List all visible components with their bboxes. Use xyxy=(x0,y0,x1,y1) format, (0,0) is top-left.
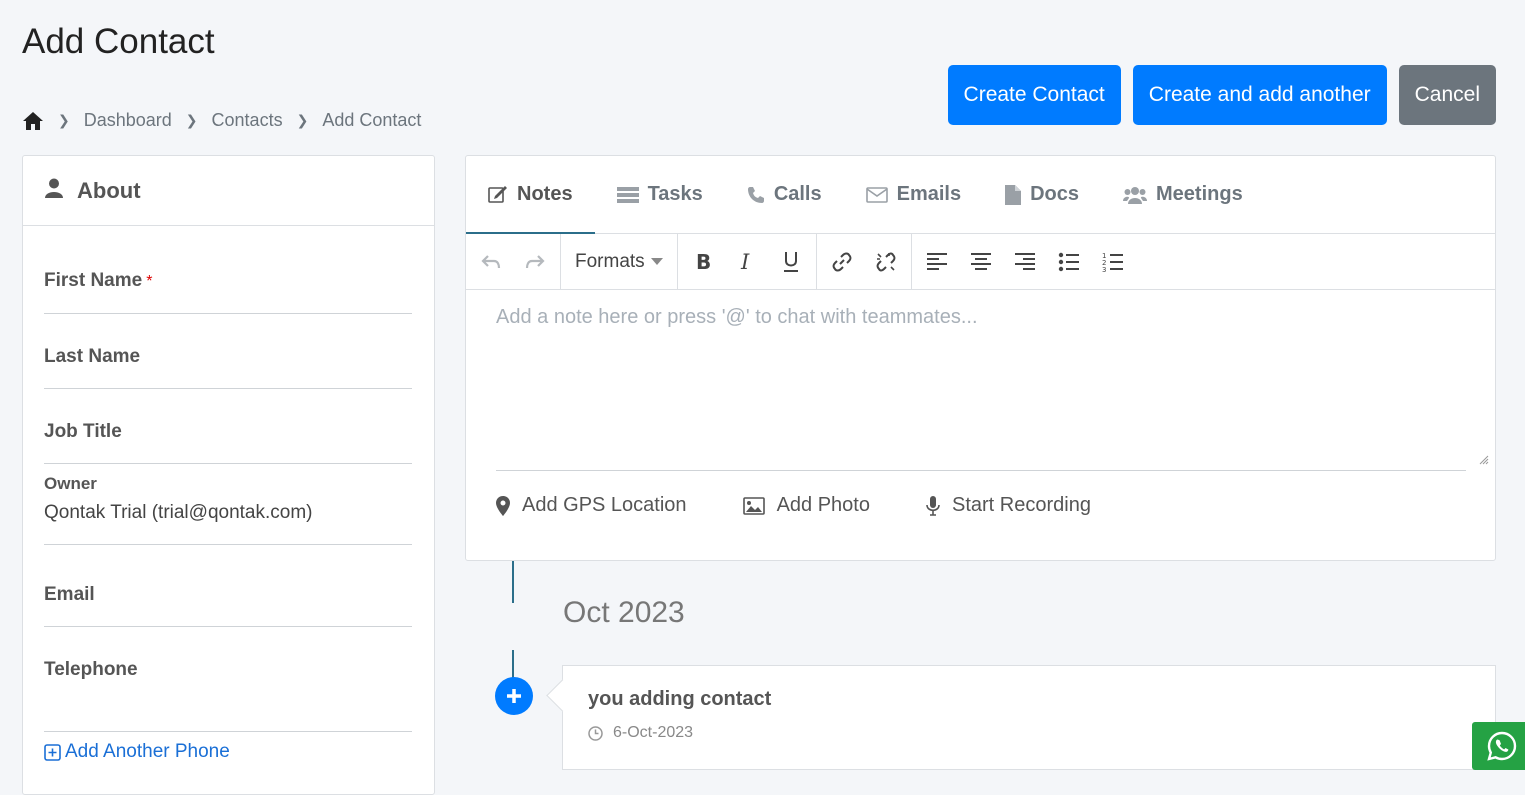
tab-calls[interactable]: Calls xyxy=(725,156,844,233)
create-contact-button[interactable]: Create Contact xyxy=(947,65,1121,125)
breadcrumb: ❯ Dashboard ❯ Contacts ❯ Add Contact xyxy=(22,110,421,131)
create-and-add-another-button[interactable]: Create and add another xyxy=(1132,65,1387,125)
activity-card: Notes Tasks Calls Emails Docs Meetings F… xyxy=(465,155,1496,561)
svg-text:I: I xyxy=(740,252,750,272)
breadcrumb-contacts[interactable]: Contacts xyxy=(212,110,283,131)
unlink-icon[interactable] xyxy=(867,243,905,281)
start-recording-button[interactable]: Start Recording xyxy=(926,494,1091,517)
whatsapp-icon xyxy=(1487,731,1517,761)
about-title: About xyxy=(77,177,141,203)
start-recording-label: Start Recording xyxy=(951,494,1091,516)
owner-field[interactable]: Owner Qontak Trial (trial@qontak.com) xyxy=(44,474,412,545)
bullet-list-icon[interactable] xyxy=(1050,243,1088,281)
plus-circle-icon xyxy=(495,677,533,715)
timeline-entry-title: you adding contact xyxy=(588,688,772,710)
align-left-icon[interactable] xyxy=(918,243,956,281)
breadcrumb-current: Add Contact xyxy=(322,110,422,130)
bold-icon[interactable]: B xyxy=(684,243,722,281)
map-marker-icon xyxy=(496,495,510,516)
whatsapp-button[interactable] xyxy=(1472,722,1525,770)
note-actions: Add GPS Location Add Photo Start Recordi… xyxy=(496,494,1091,517)
tab-notes-label: Notes xyxy=(517,182,573,205)
email-label: Email xyxy=(44,584,95,605)
edit-icon xyxy=(488,186,507,203)
formats-label: Formats xyxy=(575,250,645,272)
timeline-line xyxy=(512,561,514,603)
last-name-label: Last Name xyxy=(44,346,141,367)
timeline-entry-date-text: 6-Oct-2023 xyxy=(613,724,694,741)
owner-label: Owner xyxy=(44,474,97,493)
numbered-list-icon[interactable]: 123 xyxy=(1094,243,1132,281)
tab-docs-label: Docs xyxy=(1030,183,1080,205)
add-gps-location-button[interactable]: Add GPS Location xyxy=(496,494,687,517)
add-gps-location-label: Add GPS Location xyxy=(522,494,687,516)
page-title: Add Contact xyxy=(22,22,215,61)
home-icon[interactable] xyxy=(22,111,44,131)
email-field[interactable]: Email xyxy=(44,584,412,627)
first-name-label: First Name xyxy=(44,270,143,291)
underline-icon[interactable] xyxy=(772,243,810,281)
tab-meetings-label: Meetings xyxy=(1156,183,1243,205)
users-icon xyxy=(1123,186,1148,204)
svg-text:3: 3 xyxy=(1102,266,1106,273)
timeline-month: Oct 2023 xyxy=(563,596,685,629)
caret-down-icon xyxy=(650,258,663,265)
tab-emails[interactable]: Emails xyxy=(844,156,983,233)
activity-tabs: Notes Tasks Calls Emails Docs Meetings xyxy=(466,156,1495,234)
svg-text:B: B xyxy=(696,252,711,272)
tasks-icon xyxy=(616,186,639,203)
tab-meetings[interactable]: Meetings xyxy=(1101,156,1265,233)
align-center-icon[interactable] xyxy=(962,243,1000,281)
editor-toolbar: Formats B I 123 xyxy=(466,234,1495,290)
about-card: About First Name * Last Name Job Title Ow… xyxy=(22,155,435,795)
add-another-phone-label: Add Another Phone xyxy=(65,741,230,762)
clock-icon xyxy=(588,725,603,741)
job-title-field[interactable]: Job Title xyxy=(44,421,412,464)
timeline-line xyxy=(512,650,514,678)
user-icon xyxy=(45,178,63,204)
last-name-field[interactable]: Last Name xyxy=(44,346,412,389)
microphone-icon xyxy=(926,495,940,516)
formats-dropdown[interactable]: Formats xyxy=(567,251,671,273)
required-marker: * xyxy=(146,273,153,290)
tab-tasks[interactable]: Tasks xyxy=(595,156,725,233)
note-editor-placeholder: Add a note here or press '@' to chat wit… xyxy=(496,306,978,328)
tab-notes[interactable]: Notes xyxy=(466,156,595,234)
breadcrumb-dashboard[interactable]: Dashboard xyxy=(84,110,172,131)
plus-square-icon xyxy=(44,743,61,761)
timeline-entry: you adding contact 6-Oct-2023 xyxy=(562,665,1496,770)
chevron-right-icon: ❯ xyxy=(296,112,309,128)
redo-icon[interactable] xyxy=(516,243,554,281)
italic-icon[interactable]: I xyxy=(728,243,766,281)
add-photo-label: Add Photo xyxy=(776,494,870,516)
action-buttons: Create Contact Create and add another Ca… xyxy=(947,65,1496,125)
telephone-label: Telephone xyxy=(44,659,138,680)
job-title-label: Job Title xyxy=(44,421,122,442)
tab-emails-label: Emails xyxy=(896,183,962,205)
add-another-phone-link[interactable]: Add Another Phone xyxy=(44,741,230,763)
owner-value: Qontak Trial (trial@qontak.com) xyxy=(44,502,313,523)
tab-calls-label: Calls xyxy=(773,183,822,205)
add-photo-button[interactable]: Add Photo xyxy=(742,494,870,517)
first-name-field[interactable]: First Name * xyxy=(44,270,412,314)
image-icon xyxy=(742,496,765,515)
about-header: About xyxy=(23,156,434,226)
resize-grip-icon[interactable] xyxy=(1477,452,1489,470)
timeline-entry-date: 6-Oct-2023 xyxy=(588,724,693,742)
tab-tasks-label: Tasks xyxy=(647,183,703,205)
cancel-button[interactable]: Cancel xyxy=(1398,65,1496,125)
telephone-field[interactable]: Telephone xyxy=(44,659,412,732)
undo-icon[interactable] xyxy=(472,243,510,281)
chevron-right-icon: ❯ xyxy=(58,112,70,128)
file-icon xyxy=(1005,184,1022,205)
chevron-right-icon: ❯ xyxy=(185,112,198,128)
align-right-icon[interactable] xyxy=(1006,243,1044,281)
note-editor[interactable]: Add a note here or press '@' to chat wit… xyxy=(496,306,1466,471)
phone-icon xyxy=(747,186,764,203)
envelope-icon xyxy=(865,186,888,203)
link-icon[interactable] xyxy=(823,243,861,281)
tab-docs[interactable]: Docs xyxy=(983,156,1101,233)
